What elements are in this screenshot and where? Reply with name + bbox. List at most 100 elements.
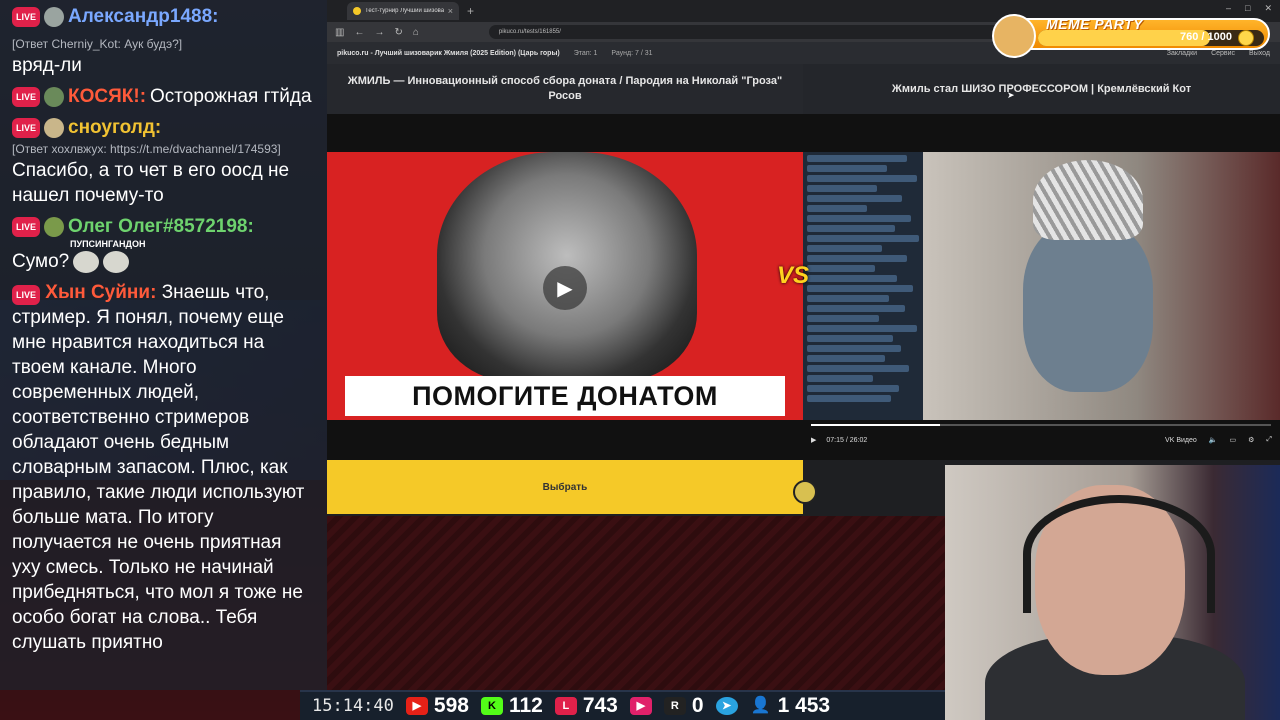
video-webcam	[923, 152, 1280, 420]
vs-badge: VS	[777, 262, 810, 289]
chat-message: LIVE КОСЯК!: Осторожная гтйда	[0, 80, 327, 111]
telegram-stat: ➤	[715, 697, 738, 715]
kick-icon: K	[480, 697, 503, 715]
chat-username: сноуголд:	[68, 117, 162, 138]
url-text: pikuco.ru/tests/161855/	[498, 29, 561, 35]
new-tab-icon[interactable]: +	[467, 4, 474, 18]
minimize-icon[interactable]: –	[1226, 3, 1231, 14]
chat-username: КОСЯК!:	[68, 86, 147, 107]
left-video[interactable]: ПОМОГИТЕ ДОНАТОМ ▶ VS	[327, 114, 809, 460]
kick-count: 112	[508, 694, 543, 717]
close-window-icon[interactable]: ✕	[1264, 3, 1272, 14]
settings-icon[interactable]: ⚙	[1248, 436, 1254, 444]
left-card-title: ЖМИЛЬ — Инновационный способ сбора донат…	[327, 64, 803, 114]
home-icon[interactable]: ⌂	[413, 27, 419, 38]
r-icon: R	[663, 697, 686, 715]
forward-icon[interactable]: →	[374, 27, 384, 38]
meme-party-score: 760 / 1000	[1180, 31, 1232, 43]
stage-label: Этап: 1	[573, 49, 598, 57]
streamer-webcam	[945, 465, 1280, 720]
chat-username: Хын Суйни:	[45, 282, 157, 303]
telegram-icon: ➤	[715, 697, 738, 715]
volume-icon[interactable]: 🔈	[1209, 436, 1218, 444]
vklive-stat: L 743	[554, 694, 618, 718]
avatar	[44, 86, 65, 107]
youtube-count: 598	[433, 694, 469, 717]
site-nav-logout[interactable]: Выход	[1249, 50, 1270, 57]
play-icon[interactable]: ▶	[543, 266, 587, 310]
viewers-count: 1 453	[777, 694, 831, 717]
chat-username: Олег Олег#8572198:	[68, 216, 254, 237]
chat-message: LIVE Хын Суйни: Знаешь что, стример. Я п…	[0, 276, 327, 657]
right-card-title: Жмиль стал ШИЗО ПРОФЕССОРОМ | Кремлёвски…	[803, 64, 1280, 114]
window-controls: – □ ✕	[1226, 3, 1272, 14]
rutube-stat: ▶	[629, 697, 652, 715]
chat-reply: [Ответ Cherniy_Kot: Аук будэ?]	[12, 37, 183, 51]
avatar	[44, 117, 65, 138]
emote-icon	[103, 250, 130, 273]
youtube-icon: ▶	[405, 697, 428, 715]
coin-icon	[1238, 30, 1254, 46]
video-controls: ▶ 07:15 / 26:02 VK Видео 🔈 ▭ ⚙ ⤢	[803, 420, 1280, 460]
live-badge: LIVE	[12, 6, 41, 27]
sidebar-icon[interactable]: ▥	[335, 27, 344, 38]
chat-reply: [Ответ хохлвжух: https://t.me/dvachannel…	[12, 142, 281, 156]
chat-message: [Ответ Cherniy_Kot: Аук будэ?] вряд-ли	[0, 31, 327, 80]
site-nav: Закладки Сервис Выход	[1167, 50, 1270, 57]
chat-message: LIVE Олег Олег#8572198: ПУПСИНГАНДОН Сум…	[0, 210, 327, 276]
emote-icon	[73, 250, 100, 273]
cursor-ring-icon	[793, 480, 817, 504]
reload-icon[interactable]: ↻	[394, 27, 402, 38]
thumbnail-banner: ПОМОГИТЕ ДОНАТОМ	[345, 376, 785, 416]
versus-cards: ЖМИЛЬ — Инновационный способ сбора донат…	[327, 64, 1280, 514]
captions-icon[interactable]: ▭	[1229, 436, 1236, 444]
chat-message: LIVE Александр1488:	[0, 0, 327, 31]
left-card: ЖМИЛЬ — Инновационный способ сбора донат…	[327, 64, 809, 514]
round-label: Раунд: 7 / 31	[611, 49, 653, 57]
video-progress-bar[interactable]	[811, 424, 1271, 426]
clock: 15:14:40	[312, 696, 394, 716]
chat-message: LIVE сноуголд: [Ответ хохлвжух: https://…	[0, 111, 327, 210]
youtube-stat: ▶ 598	[405, 694, 469, 718]
site-nav-bookmarks[interactable]: Закладки	[1167, 50, 1197, 57]
live-badge: LIVE	[12, 285, 41, 305]
video-time: 07:15 / 26:02	[826, 436, 868, 444]
fullscreen-icon[interactable]: ⤢	[1266, 436, 1272, 444]
chat-text: Спасибо, а то чет в его оосд не нашел по…	[12, 160, 290, 206]
live-badge: LIVE	[12, 216, 41, 237]
favicon-icon	[353, 7, 361, 15]
close-tab-icon[interactable]: ×	[448, 6, 453, 16]
url-input[interactable]: pikuco.ru/tests/161855/	[488, 25, 1049, 39]
avatar	[44, 216, 65, 237]
rutube-icon: ▶	[629, 697, 652, 715]
site-nav-service[interactable]: Сервис	[1211, 50, 1235, 57]
vk-video-label[interactable]: VK Видео	[1165, 437, 1197, 444]
doge-icon	[992, 14, 1036, 58]
viewers-stat: 👤 1 453	[750, 694, 831, 718]
video-frame	[803, 152, 1280, 420]
right-video[interactable]: ▶ 07:15 / 26:02 VK Видео 🔈 ▭ ⚙ ⤢	[803, 114, 1280, 460]
site-title: pikuco.ru - Лучший шизоварик Жмиля (2025…	[337, 49, 560, 57]
browser-tab[interactable]: Тест-турнир Лучший шизоварик Жмиля (2025…	[347, 2, 459, 20]
r-count: 0	[691, 694, 704, 717]
chat-text: Сумо?	[12, 251, 70, 272]
meme-party-widget: MEME PARTY 760 / 1000	[992, 14, 1270, 58]
choose-button[interactable]: Выбрать	[327, 460, 803, 514]
kick-stat: K 112	[480, 694, 543, 718]
browser-window: Тест-турнир Лучший шизоварик Жмиля (2025…	[327, 0, 1280, 516]
viewers-icon: 👤	[750, 697, 771, 714]
video-thumbnail: ПОМОГИТЕ ДОНАТОМ ▶	[327, 152, 803, 420]
avatar	[44, 6, 65, 27]
r-stat: R0	[663, 694, 704, 718]
right-card: Жмиль стал ШИЗО ПРОФЕССОРОМ | Кремлёвски…	[803, 64, 1280, 514]
back-icon[interactable]: ←	[354, 27, 364, 38]
chat-text: Осторожная гтйда	[150, 86, 312, 107]
live-badge: LIVE	[12, 117, 41, 138]
vk-live-icon: L	[554, 697, 577, 715]
chat-text: Знаешь что, стример. Я понял, почему еще…	[12, 282, 305, 653]
mouse-cursor-icon: ➤	[1007, 90, 1015, 100]
maximize-icon[interactable]: □	[1245, 3, 1250, 14]
stream-chat: LIVE Александр1488: [Ответ Cherniy_Kot: …	[0, 0, 327, 690]
play-button-icon[interactable]: ▶	[811, 436, 816, 444]
person-head	[1023, 222, 1153, 392]
